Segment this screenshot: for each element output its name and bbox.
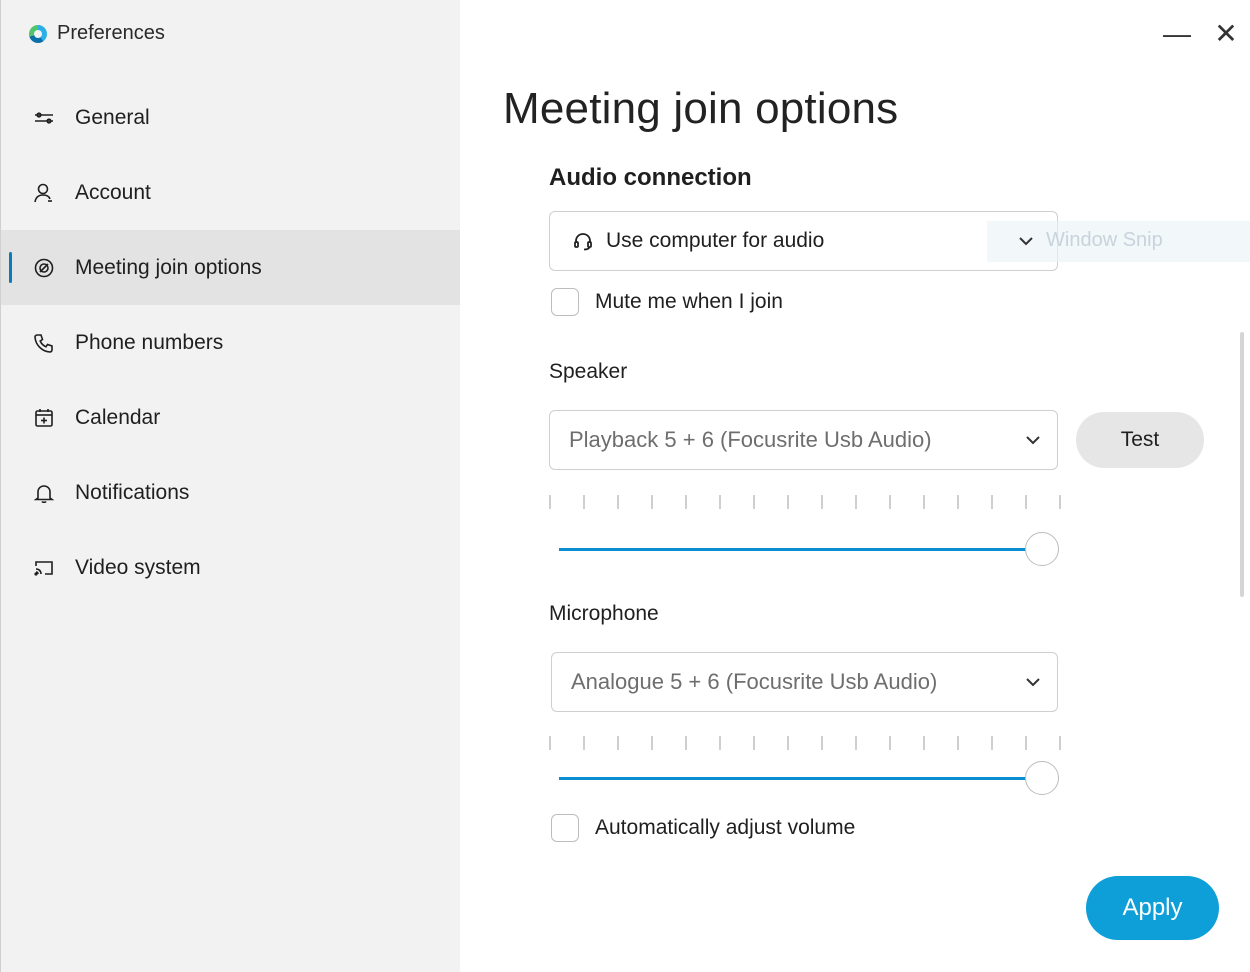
- audio-connection-select[interactable]: Use computer for audio: [549, 211, 1058, 271]
- sidebar-item-phone-numbers[interactable]: Phone numbers: [1, 305, 460, 380]
- level-tick: [651, 495, 653, 509]
- app-logo-icon: [29, 24, 47, 43]
- sliders-icon: [33, 107, 55, 129]
- audio-connection-chevron[interactable]: [1016, 211, 1058, 271]
- level-tick: [957, 736, 959, 750]
- headset-icon: [572, 230, 594, 252]
- sidebar-item-video-system[interactable]: Video system: [1, 530, 460, 605]
- level-tick: [923, 736, 925, 750]
- sidebar-item-account[interactable]: Account: [1, 155, 460, 230]
- speaker-select[interactable]: Playback 5 + 6 (Focusrite Usb Audio): [549, 410, 1058, 470]
- sidebar-item-label: Video system: [75, 555, 201, 579]
- scrollbar[interactable]: [1240, 332, 1244, 597]
- level-tick: [821, 495, 823, 509]
- slider-fill: [559, 548, 1042, 551]
- level-tick: [1059, 495, 1061, 509]
- level-tick: [889, 495, 891, 509]
- page-title: Meeting join options: [503, 84, 899, 133]
- close-button[interactable]: ✕: [1208, 18, 1244, 50]
- auto-adjust-checkbox[interactable]: [551, 814, 579, 842]
- level-tick: [549, 495, 551, 509]
- level-tick: [787, 495, 789, 509]
- level-tick: [1059, 736, 1061, 750]
- speaker-level-meter: [549, 495, 1061, 509]
- level-tick: [753, 495, 755, 509]
- microphone-value: Analogue 5 + 6 (Focusrite Usb Audio): [571, 669, 938, 694]
- level-tick: [889, 736, 891, 750]
- chevron-down-icon: [1023, 430, 1043, 450]
- level-tick: [855, 736, 857, 750]
- level-tick: [719, 495, 721, 509]
- speaker-label: Speaker: [549, 360, 628, 383]
- bell-icon: [33, 482, 55, 504]
- sidebar-item-label: Meeting join options: [75, 255, 262, 279]
- sidebar: Preferences General Account Meeting join…: [1, 0, 460, 972]
- level-tick: [821, 736, 823, 750]
- level-tick: [1025, 495, 1027, 509]
- sidebar-item-general[interactable]: General: [1, 80, 460, 155]
- level-tick: [651, 736, 653, 750]
- level-tick: [753, 736, 755, 750]
- slider-thumb[interactable]: [1025, 532, 1059, 566]
- level-tick: [617, 495, 619, 509]
- microphone-select[interactable]: Analogue 5 + 6 (Focusrite Usb Audio): [551, 652, 1058, 712]
- level-tick: [923, 495, 925, 509]
- slider-fill: [559, 777, 1042, 780]
- sidebar-item-label: Calendar: [75, 405, 161, 429]
- audio-connection-heading: Audio connection: [549, 164, 752, 191]
- join-icon: [33, 257, 55, 279]
- level-tick: [685, 736, 687, 750]
- apply-button[interactable]: Apply: [1086, 876, 1219, 940]
- mute-on-join-label: Mute me when I join: [595, 290, 783, 313]
- auto-adjust-label: Automatically adjust volume: [595, 816, 856, 839]
- level-tick: [855, 495, 857, 509]
- sidebar-item-label: General: [75, 105, 150, 129]
- level-tick: [549, 736, 551, 750]
- chevron-down-icon: [1023, 672, 1043, 692]
- mute-on-join-checkbox[interactable]: [551, 288, 579, 316]
- auto-adjust-row[interactable]: Automatically adjust volume: [551, 814, 855, 842]
- sidebar-item-label: Phone numbers: [75, 330, 224, 354]
- level-tick: [957, 495, 959, 509]
- sidebar-item-notifications[interactable]: Notifications: [1, 455, 460, 530]
- speaker-value: Playback 5 + 6 (Focusrite Usb Audio): [569, 427, 932, 452]
- window-snip-label: Window Snip: [1046, 229, 1163, 251]
- sidebar-item-label: Notifications: [75, 480, 190, 504]
- calendar-icon: [33, 407, 55, 429]
- sidebar-item-meeting-join-options[interactable]: Meeting join options: [1, 230, 460, 305]
- user-icon: [33, 182, 55, 204]
- window-title: Preferences: [57, 22, 165, 44]
- preferences-window: Preferences General Account Meeting join…: [0, 0, 1250, 972]
- sidebar-item-calendar[interactable]: Calendar: [1, 380, 460, 455]
- microphone-label: Microphone: [549, 602, 659, 625]
- slider-thumb[interactable]: [1025, 761, 1059, 795]
- level-tick: [787, 736, 789, 750]
- level-tick: [991, 736, 993, 750]
- speaker-test-button[interactable]: Test: [1076, 412, 1204, 468]
- sidebar-item-label: Account: [75, 180, 151, 204]
- speaker-volume-slider[interactable]: [559, 530, 1059, 570]
- level-tick: [685, 495, 687, 509]
- phone-icon: [33, 332, 55, 354]
- microphone-level-meter: [549, 736, 1061, 750]
- sidebar-nav: General Account Meeting join options Pho…: [1, 80, 460, 605]
- app-title: Preferences: [29, 22, 165, 45]
- level-tick: [583, 736, 585, 750]
- minimize-button[interactable]: —: [1159, 18, 1195, 50]
- level-tick: [991, 495, 993, 509]
- level-tick: [1025, 736, 1027, 750]
- level-tick: [583, 495, 585, 509]
- level-tick: [617, 736, 619, 750]
- mute-on-join-row[interactable]: Mute me when I join: [551, 288, 783, 316]
- microphone-volume-slider[interactable]: [559, 759, 1059, 799]
- cast-icon: [33, 557, 55, 579]
- chevron-down-icon: [1016, 231, 1036, 251]
- level-tick: [719, 736, 721, 750]
